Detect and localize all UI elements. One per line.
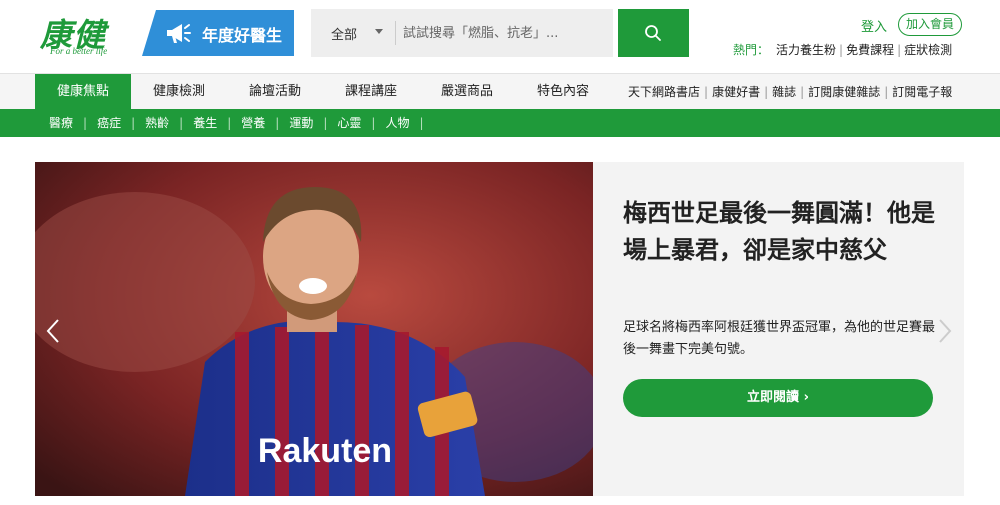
separator: | [227, 116, 232, 130]
hero-image[interactable]: Rakuten [35, 162, 593, 496]
megaphone-icon [167, 24, 191, 43]
link-bookstore[interactable]: 天下網路書店 [628, 85, 700, 99]
read-now-label: 立即閱讀 [747, 390, 800, 405]
separator: | [83, 116, 88, 130]
sponsor-text: Rakuten [258, 432, 392, 470]
hero-description: 足球名將梅西率阿根廷獲世界盃冠軍，為他的世足賽最後一舞畫下完美句號。 [623, 320, 936, 357]
link-subscribe-newsletter[interactable]: 訂閱電子報 [892, 85, 952, 99]
separator: | [884, 85, 889, 99]
separator: | [800, 85, 805, 99]
search-category-select[interactable]: 全部 [331, 24, 357, 43]
nav-item-forum-events[interactable]: 論壇活動 [227, 74, 323, 110]
search-icon [645, 25, 661, 41]
separator: | [131, 116, 136, 130]
hot-link[interactable]: 活力養生粉 [776, 43, 836, 57]
chevron-left-icon[interactable] [45, 318, 61, 344]
main-nav: 健康焦點 健康檢測 論壇活動 課程講座 嚴選商品 特色內容 天下網路書店 | 康健好… [0, 73, 1000, 110]
sub-nav-items: 醫療 | 癌症 | 熟齡 | 養生 | 營養 | 運動 | 心靈 | 人物 | [49, 109, 434, 137]
sub-nav-item-exercise[interactable]: 運動 [289, 116, 313, 130]
hot-link[interactable]: 症狀檢測 [904, 43, 952, 57]
hero-panel: 梅西世足最後一舞圓滿！他是場上暴君，卻是家中慈父 足球名將梅西率阿根廷獲世界盃冠… [593, 162, 964, 496]
login-link[interactable]: 登入 [861, 16, 887, 35]
search-button[interactable] [618, 9, 689, 57]
hero-photo: Rakuten [35, 162, 593, 496]
sub-nav-item-wellness[interactable]: 養生 [193, 116, 217, 130]
separator: | [839, 43, 844, 57]
nav-item-health-focus[interactable]: 健康焦點 [35, 74, 131, 110]
separator: | [179, 116, 184, 130]
search-input[interactable] [403, 21, 603, 45]
search-box: 全部 [311, 9, 613, 57]
chevron-right-small-icon: › [799, 390, 809, 405]
sub-nav-item-people[interactable]: 人物 [385, 116, 409, 130]
nav-item-products[interactable]: 嚴選商品 [419, 74, 515, 110]
doctor-award-label: 年度好醫生 [202, 26, 283, 45]
sub-nav-item-senior[interactable]: 熟齡 [145, 116, 169, 130]
link-subscribe-magazine[interactable]: 訂閱康健雜誌 [808, 85, 880, 99]
sub-nav-item-medical[interactable]: 醫療 [49, 116, 73, 130]
sub-nav: 醫療 | 癌症 | 熟齡 | 養生 | 營養 | 運動 | 心靈 | 人物 | [0, 109, 1000, 137]
caret-down-icon [375, 29, 383, 34]
nav-item-health-check[interactable]: 健康檢測 [131, 74, 227, 110]
search-divider [395, 21, 396, 45]
chevron-right-icon[interactable] [937, 318, 953, 344]
separator: | [275, 116, 280, 130]
separator: | [419, 116, 424, 130]
sub-nav-item-cancer[interactable]: 癌症 [97, 116, 121, 130]
separator: | [897, 43, 902, 57]
hot-link[interactable]: 免費課程 [846, 43, 894, 57]
logo-tagline: For a better life [50, 46, 108, 56]
nav-item-courses[interactable]: 課程講座 [323, 74, 419, 110]
hero-title[interactable]: 梅西世足最後一舞圓滿！他是場上暴君，卻是家中慈父 [623, 195, 943, 269]
join-member-button[interactable]: 加入會員 [898, 13, 962, 36]
site-header: 康健 For a better life 年度好醫生 全部 登入 加入會員 熱門… [0, 0, 1000, 72]
separator: | [371, 116, 376, 130]
nav-item-features[interactable]: 特色內容 [515, 74, 611, 110]
separator: | [323, 116, 328, 130]
link-magazine[interactable]: 雜誌 [772, 85, 796, 99]
site-logo[interactable]: 康健 For a better life [40, 8, 130, 60]
secondary-links: 天下網路書店 | 康健好書 | 雜誌 | 訂閱康健雜誌 | 訂閱電子報 [628, 74, 952, 110]
sub-nav-item-nutrition[interactable]: 營養 [241, 116, 265, 130]
sub-nav-item-mind[interactable]: 心靈 [337, 116, 361, 130]
hot-links: 活力養生粉 | 免費課程 | 症狀檢測 [776, 41, 952, 58]
separator: | [764, 85, 769, 99]
read-now-button[interactable]: 立即閱讀 › [623, 379, 933, 417]
hot-label: 熱門： [733, 43, 770, 57]
link-good-books[interactable]: 康健好書 [712, 85, 760, 99]
doctor-award-banner[interactable]: 年度好醫生 [142, 10, 294, 56]
separator: | [704, 85, 709, 99]
